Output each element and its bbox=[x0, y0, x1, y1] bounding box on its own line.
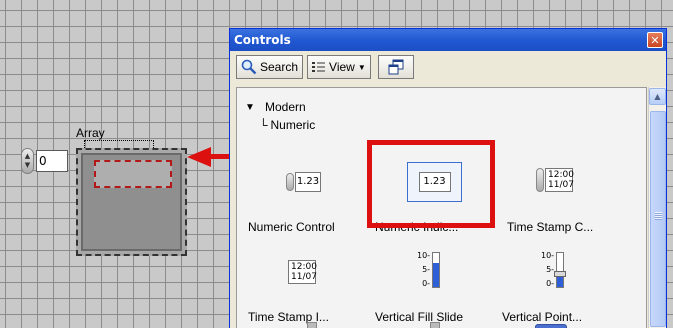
pointer-slide-scale: 10- 5- 0- bbox=[541, 251, 555, 288]
triangle-down-icon: ▼ bbox=[245, 101, 255, 113]
palette-item-vertical-fill-slide[interactable]: Vertical Fill Slide bbox=[375, 310, 463, 324]
vertical-pointer-slide-icon[interactable]: 10- 5- 0- bbox=[541, 251, 567, 288]
palette-toolbar: Search View ▼ bbox=[230, 51, 666, 83]
numeric-control-icon-text: 1.23 bbox=[295, 172, 321, 192]
view-button[interactable]: View ▼ bbox=[307, 55, 371, 79]
time-stamp-indicator-icon[interactable]: 12:00 11/07 bbox=[288, 260, 317, 284]
grip-icon bbox=[655, 212, 662, 220]
increment-decrement-icon[interactable]: ▲ ▼ bbox=[21, 148, 34, 174]
restore-palette-button[interactable] bbox=[377, 55, 414, 79]
view-button-label: View bbox=[329, 60, 355, 74]
close-button[interactable]: ✕ bbox=[647, 32, 663, 48]
palette-item-vertical-pointer-slide[interactable]: Vertical Point... bbox=[502, 310, 582, 324]
restore-window-icon bbox=[388, 59, 404, 75]
time-stamp-control-icon-text: 12:00 11/07 bbox=[545, 168, 574, 192]
palette-item-time-stamp-control[interactable]: Time Stamp C... bbox=[507, 220, 593, 234]
highlight-box bbox=[367, 140, 495, 228]
drag-arrow-icon bbox=[187, 147, 211, 167]
scroll-up-icon[interactable]: ▲ bbox=[649, 88, 666, 105]
scrollbar-thumb[interactable] bbox=[650, 111, 666, 327]
close-icon: ✕ bbox=[650, 33, 660, 47]
palette-title: Controls bbox=[234, 33, 291, 47]
view-list-icon bbox=[312, 62, 326, 72]
time-stamp-indicator-icon-text: 12:00 11/07 bbox=[288, 260, 317, 284]
array-shell[interactable] bbox=[76, 148, 187, 256]
search-icon bbox=[241, 59, 257, 75]
chevron-down-icon: ▼ bbox=[357, 62, 366, 72]
search-button-label: Search bbox=[260, 60, 299, 74]
search-button[interactable]: Search bbox=[236, 55, 304, 79]
array-element-area[interactable] bbox=[81, 153, 182, 251]
tree-item-modern[interactable]: ▼ Modern bbox=[243, 98, 315, 116]
numeric-control-icon[interactable]: 1.23 bbox=[286, 172, 321, 192]
tree-elbow-icon: └ bbox=[259, 118, 268, 132]
slide-control-icon[interactable] bbox=[307, 322, 317, 328]
tree-item-numeric[interactable]: └ Numeric bbox=[243, 116, 315, 134]
palette-titlebar[interactable]: Controls ✕ bbox=[230, 29, 666, 51]
tree-item-numeric-label: Numeric bbox=[270, 118, 316, 132]
time-stamp-control-icon[interactable]: 12:00 11/07 bbox=[536, 168, 574, 192]
array-label: Array bbox=[76, 126, 105, 140]
slide-indicator-icon[interactable] bbox=[430, 322, 440, 328]
tree-item-modern-label: Modern bbox=[265, 100, 306, 114]
vertical-fill-slide-icon[interactable]: 10- 5- 0- bbox=[417, 251, 441, 288]
array-index-field[interactable]: 0 bbox=[36, 150, 68, 172]
fill-slide-scale: 10- 5- 0- bbox=[417, 251, 431, 288]
palette-tree: ▼ Modern └ Numeric bbox=[243, 98, 315, 134]
horizontal-slide-icon[interactable] bbox=[535, 324, 567, 328]
vertical-scrollbar[interactable]: ▲ bbox=[648, 87, 666, 328]
palette-item-numeric-control[interactable]: Numeric Control bbox=[248, 220, 335, 234]
array-index-control[interactable]: ▲ ▼ 0 bbox=[21, 148, 68, 174]
array-drop-target[interactable] bbox=[94, 160, 172, 188]
